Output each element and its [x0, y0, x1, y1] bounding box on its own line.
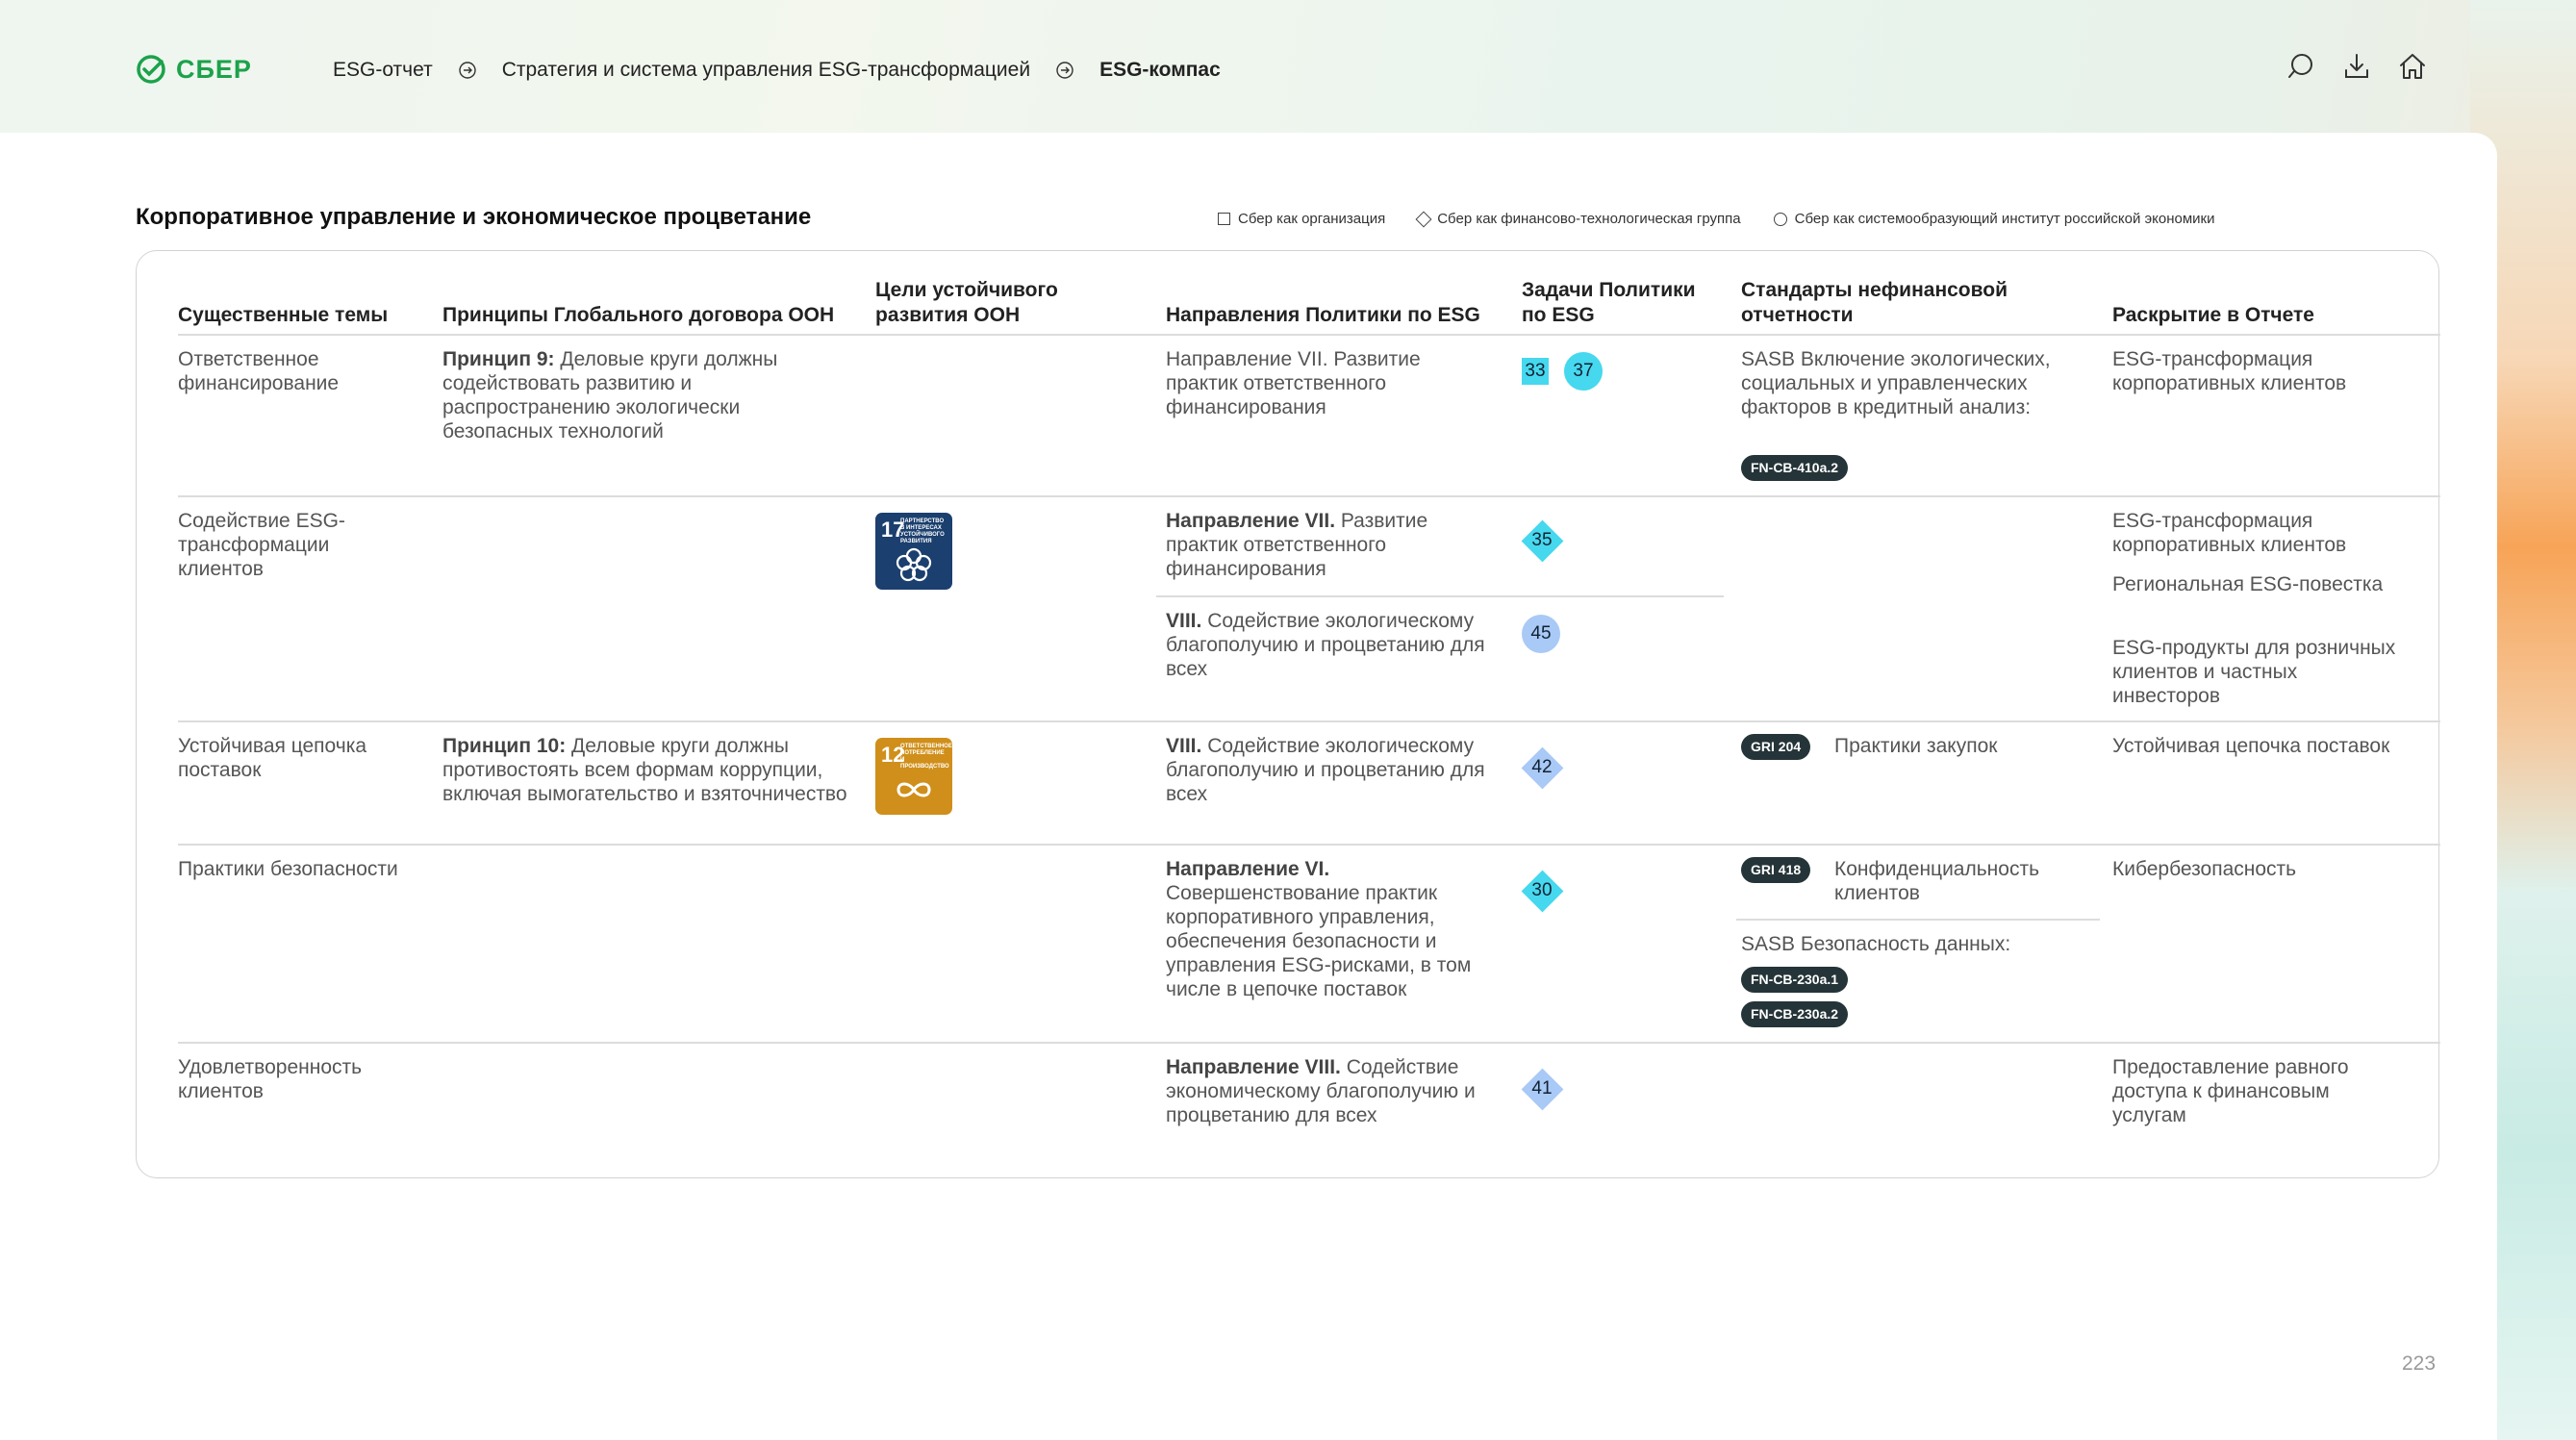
row-divider	[178, 844, 2440, 846]
task-diamond-42: 42	[1520, 745, 1564, 790]
legend-item-fintech-group: Сбер как финансово-технологическая групп…	[1415, 211, 1741, 227]
arrow-right-icon	[458, 61, 477, 80]
sub-row-divider	[1156, 595, 1724, 597]
sub-row-divider	[1736, 919, 2100, 921]
standard-confidentiality: Конфиденциальность клиентов	[1834, 858, 2040, 904]
badge-gri-418: GRI 418	[1741, 857, 1811, 883]
standard-sasb-credit: SASB Включение экологических, социальных…	[1741, 348, 2051, 418]
header-divider	[178, 334, 2440, 336]
principle-10: Принцип 10: Деловые круги должны противо…	[442, 735, 847, 805]
breadcrumb-strategy[interactable]: Стратегия и система управления ESG-транс…	[502, 59, 1030, 82]
standard-procurement: Практики закупок	[1834, 735, 1998, 757]
column-header-policy-directions: Направления Политики по ESG	[1166, 304, 1480, 326]
legend-item-organization: Сбер как организация	[1218, 211, 1385, 227]
sber-logo-icon	[137, 55, 165, 84]
row-divider	[178, 1042, 2440, 1044]
column-header-un-principles: Принципы Глобального договора ООН	[442, 304, 835, 326]
disclosure-regional-esg: Региональная ESG-повестка	[2112, 573, 2384, 595]
topic-supply-chain: Устойчивая цепочка поставок	[178, 735, 367, 781]
section-title: Корпоративное управление и экономическое…	[136, 204, 812, 230]
disclosure-esg-products: ESG-продукты для розничных клиентов и ча…	[2112, 637, 2396, 707]
column-header-topics: Существенные темы	[178, 304, 389, 326]
row-divider	[178, 720, 2440, 722]
badge-fn-cb-410a2: FN-CB-410a.2	[1741, 455, 1849, 481]
esg-compass-table: Существенные темы Принципы Глобального д…	[136, 250, 2440, 1178]
badge-gri-204: GRI 204	[1741, 734, 1811, 760]
download-icon[interactable]	[2341, 51, 2372, 82]
topic-customer-satisfaction: Удовлетворенность клиентов	[178, 1056, 363, 1102]
breadcrumb: ESG-отчет Стратегия и система управления…	[333, 59, 1221, 82]
column-header-standards: Стандарты нефинансовой отчетности	[1741, 279, 2008, 326]
column-header-disclosure: Раскрытие в Отчете	[2112, 304, 2314, 326]
disclosure-corporate-esg: ESG-трансформация корпоративных клиентов	[2112, 348, 2347, 394]
header: СБЕР ESG-отчет Стратегия и система управ…	[0, 0, 2576, 135]
disclosure-cybersecurity: Кибербезопасность	[2112, 858, 2297, 880]
topic-responsible-financing: Ответственное финансирование	[178, 348, 340, 394]
column-header-policy-tasks: Задачи Политики по ESG	[1522, 279, 1696, 326]
badge-fn-cb-230a2: FN-CB-230a.2	[1741, 1001, 1849, 1027]
standard-sasb-data-security: SASB Безопасность данных:	[1741, 933, 2011, 955]
principle-9: Принцип 9: Деловые круги должны содейств…	[442, 348, 778, 442]
task-diamond-41: 41	[1520, 1067, 1564, 1111]
disclosure-corporate-esg-2: ESG-трансформация корпоративных клиентов	[2112, 510, 2347, 556]
task-circle-45: 45	[1522, 615, 1560, 653]
brand-name: СБЕР	[176, 54, 252, 84]
task-square-33: 33	[1522, 358, 1549, 385]
task-circle-37: 37	[1564, 352, 1603, 391]
badge-fn-cb-230a1: FN-CB-230a.1	[1741, 967, 1849, 993]
task-diamond-35: 35	[1520, 518, 1564, 563]
direction-viii-3: Направление VIII. Содействие экономическ…	[1166, 1056, 1476, 1126]
column-header-sdg: Цели устойчивого развития ООН	[875, 279, 1058, 326]
breadcrumb-current: ESG-компас	[1099, 59, 1221, 81]
home-icon[interactable]	[2397, 51, 2428, 82]
task-diamond-30: 30	[1520, 869, 1564, 913]
topic-esg-transformation: Содействие ESG-трансформации клиентов	[178, 510, 345, 580]
direction-vi: Направление VI. Совершенствование практи…	[1166, 858, 1472, 1000]
legend-item-systemic-institution: Сбер как системообразующий институт росс…	[1773, 211, 2214, 227]
page-number: 223	[2402, 1352, 2437, 1375]
sdg-12-icon: 12 Ответственное потребление и производс…	[875, 738, 952, 815]
sdg-17-icon: 17 Партнерство в интересах устойчивого р…	[875, 513, 952, 590]
direction-vii: Направление VII. Развитие практик ответс…	[1166, 348, 1421, 418]
sber-logo[interactable]: СБЕР	[136, 54, 252, 85]
disclosure-supply-chain: Устойчивая цепочка поставок	[2112, 735, 2390, 757]
direction-viii: VIII. Содействие экологическому благопол…	[1166, 610, 1485, 680]
circle-icon	[1773, 212, 1787, 226]
topic-security: Практики безопасности	[178, 858, 398, 880]
diamond-icon	[1415, 211, 1432, 227]
search-icon[interactable]	[2286, 51, 2316, 82]
direction-vii-bold: Направление VII. Развитие практик ответс…	[1166, 510, 1428, 580]
legend: Сбер как организация Сбер как финансово-…	[1218, 211, 2214, 227]
toolbar	[2286, 51, 2428, 82]
direction-viii-2: VIII. Содействие экологическому благопол…	[1166, 735, 1485, 805]
arrow-right-icon	[1055, 61, 1074, 80]
breadcrumb-esg-report[interactable]: ESG-отчет	[333, 59, 433, 82]
square-icon	[1218, 213, 1230, 225]
row-divider	[178, 495, 2440, 497]
disclosure-equal-access: Предоставление равного доступа к финансо…	[2112, 1056, 2349, 1126]
